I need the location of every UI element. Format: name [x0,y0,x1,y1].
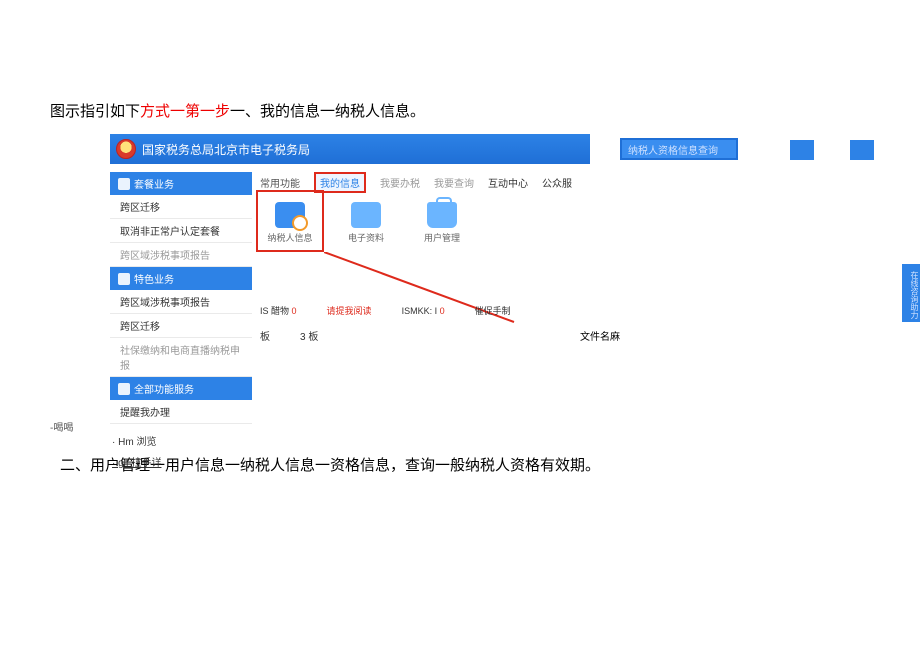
search-placeholder: 纳税人资格信息查询 [628,142,718,157]
tile-e-materials[interactable]: 电子资料 [340,202,392,244]
tile-user-mgmt[interactable]: 用户管理 [416,202,468,244]
sidebar-group-all[interactable]: 全部功能服务 [110,377,252,400]
sidebar-group-label: 全部功能服务 [134,381,194,396]
annotation-arrow [324,252,524,332]
sidebar-group-special[interactable]: 特色业务 [110,267,252,290]
sidebar-item[interactable]: 取消非正常户认定套餐 [110,219,252,243]
sidebar-item[interactable]: 跨区域涉税事项报告 [110,243,252,267]
app-header: 国家税务总局北京市电子税务局 [110,134,590,164]
tile-label: 电子资料 [348,231,384,244]
app-title: 国家税务总局北京市电子税务局 [142,141,310,158]
sidebar-item[interactable]: 社保缴纳和电商直播纳税申报 [110,338,252,377]
sublist-item[interactable]: · gif 拉手详 [110,451,252,472]
sidebar-item[interactable]: 跨区域涉税事项报告 [110,290,252,314]
step1-highlight: 方式一第一步 [140,103,230,120]
main-tabs: 常用功能 我的信息 我要办税 我要查询 互动中心 公众服 [260,172,690,192]
main-panel: 常用功能 我的信息 我要办税 我要查询 互动中心 公众服 纳税人信息 电子资料 [260,172,690,248]
sidebar-item[interactable]: 跨区迁移 [110,314,252,338]
tab-public[interactable]: 公众服 [542,175,572,190]
file-name-label: 文件名麻 [580,328,620,343]
search-input[interactable]: 纳税人资格信息查询 [620,138,738,160]
right-help-tab[interactable]: 在线咨询助力 [902,264,920,322]
app-screenshot: 国家税务总局北京市电子税务局 纳税人资格信息查询 套餐业务 跨区迁移 取消非正常… [110,134,910,414]
file-row: 板 3 板 [260,328,318,343]
sidebar-group-package[interactable]: 套餐业务 [110,172,252,195]
package-icon [118,178,130,190]
tile-label: 用户管理 [424,231,460,244]
footnote: -喝喝 [50,419,73,434]
sublist-item[interactable]: · Hm 浏览 [110,430,252,451]
sidebar-group-label: 特色业务 [134,271,174,286]
status-item: 催促手制 [475,304,511,317]
briefcase-icon [427,202,457,228]
annotation-frame [256,190,324,252]
sidebar-group-label: 套餐业务 [134,176,174,191]
file-cell: 3 板 [300,328,318,343]
status-item: ISMKK: I 0 [402,306,445,316]
sidebar-item[interactable]: 跨区迁移 [110,195,252,219]
state-emblem-icon [116,139,136,159]
file-cell: 板 [260,328,270,343]
status-link[interactable]: 请提我阅读 [327,304,372,317]
sidebar-sublist: · Hm 浏览 · gif 拉手详 [110,430,252,472]
icon-row: 纳税人信息 电子资料 用户管理 [260,198,690,248]
header-chip-2[interactable] [850,140,874,160]
status-row: IS 醋物 0 请提我阅读 ISMKK: I 0 催促手制 [260,304,511,317]
special-icon [118,273,130,285]
tab-common[interactable]: 常用功能 [260,175,300,190]
tab-query[interactable]: 我要查询 [434,175,474,190]
header-chip-1[interactable] [790,140,814,160]
tab-do-tax[interactable]: 我要办税 [380,175,420,190]
sidebar-item[interactable]: 提醒我办理 [110,400,252,424]
step1-prefix: 图示指引如下 [50,103,140,120]
status-item: IS 醋物 0 [260,304,297,317]
step1-suffix: 一、我的信息一纳税人信息。 [230,103,425,120]
step1-instruction: 图示指引如下方式一第一步一、我的信息一纳税人信息。 [50,100,870,124]
tab-interact[interactable]: 互动中心 [488,175,528,190]
sidebar: 套餐业务 跨区迁移 取消非正常户认定套餐 跨区域涉税事项报告 特色业务 跨区域涉… [110,172,252,472]
all-icon [118,383,130,395]
document-icon [351,202,381,228]
